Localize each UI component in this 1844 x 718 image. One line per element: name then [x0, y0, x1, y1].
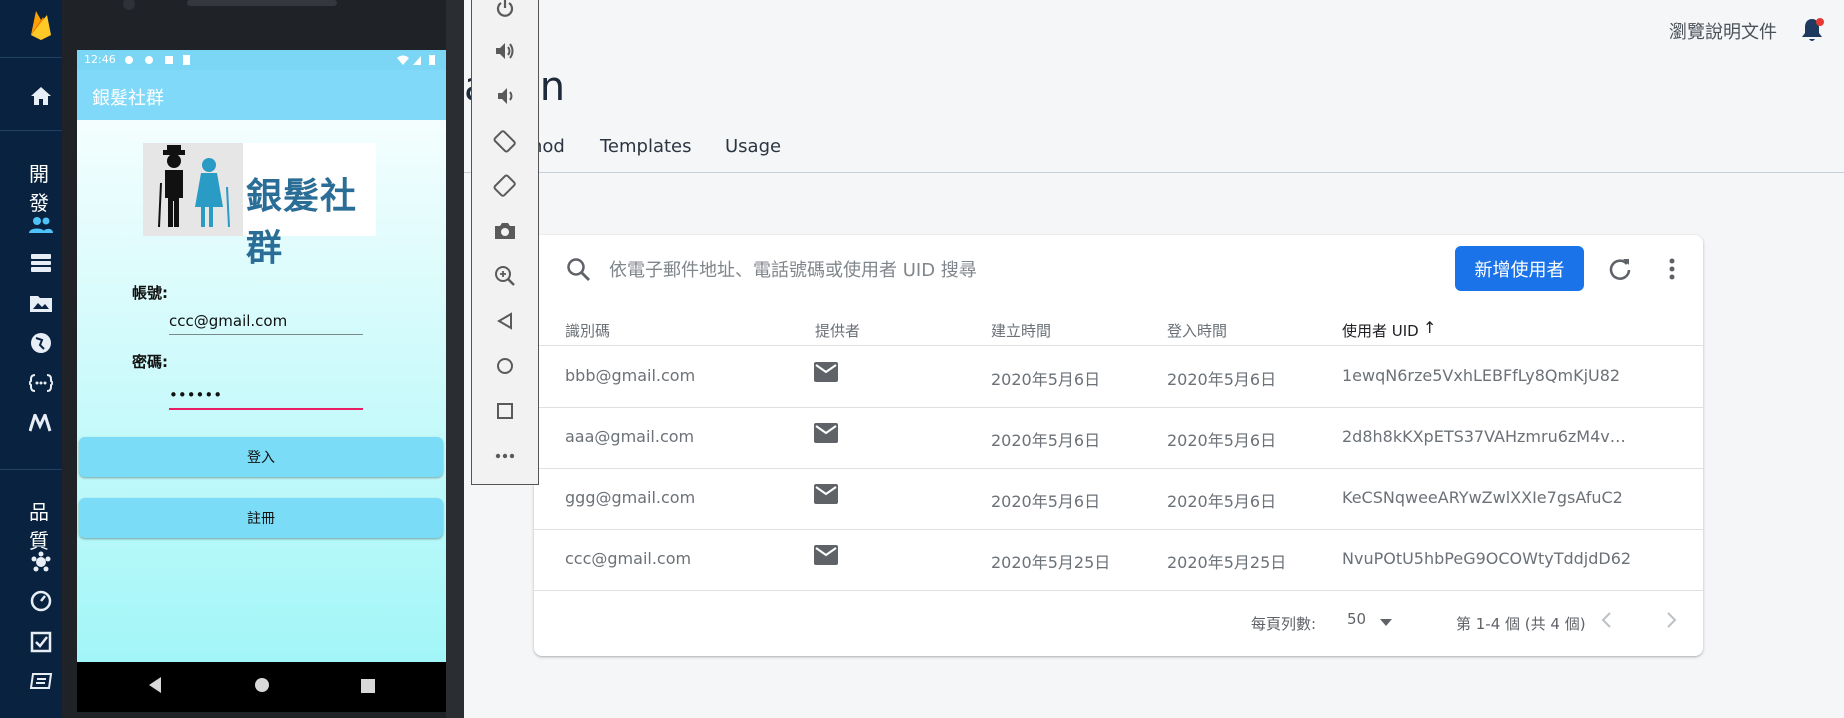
tab-templates[interactable]: Templates [600, 136, 692, 157]
table-row[interactable]: aaa@gmail.com 2020年5月6日 2020年5月6日 2d8h8k… [534, 407, 1703, 469]
back-icon[interactable] [491, 307, 519, 335]
tab-divider [450, 172, 1844, 173]
table-row[interactable]: ggg@gmail.com 2020年5月6日 2020年5月6日 KeCSNq… [534, 468, 1703, 530]
firebase-logo-icon[interactable] [26, 10, 56, 40]
status-time: 12:46 [84, 53, 116, 66]
column-signed-in[interactable]: 登入時間 [1167, 320, 1227, 341]
email-provider-icon [814, 545, 838, 565]
android-status-bar: 12:46 [77, 50, 446, 70]
app-bar: 銀髮社群 [77, 70, 446, 120]
chevron-down-icon[interactable] [1380, 619, 1392, 626]
status-notification-icons [125, 55, 190, 65]
users-table-card: 新增使用者 識別碼 提供者 建立時間 登入時間 使用者 UID ↑ bbb@gm… [534, 235, 1703, 656]
search-icon [566, 257, 592, 283]
table-row[interactable]: ccc@gmail.com 2020年5月25日 2020年5月25日 NvuP… [534, 529, 1703, 591]
volume-down-icon[interactable] [491, 82, 519, 110]
volume-up-icon[interactable] [491, 37, 519, 65]
column-user-uid[interactable]: 使用者 UID [1342, 320, 1419, 341]
app-distribution-icon[interactable] [26, 666, 56, 696]
docs-link[interactable]: 瀏覽說明文件 [1669, 18, 1777, 44]
rows-per-page-select[interactable]: 50 [1347, 610, 1366, 628]
column-created[interactable]: 建立時間 [991, 320, 1051, 341]
emulator-screen: 12:46 銀髮社群 銀髮社群 帳號: 密碼: 登入 註冊 [77, 50, 446, 662]
pagination-range: 第 1-4 個 (共 4 個) [1456, 615, 1586, 633]
logo-text: 銀髮社群 [246, 176, 358, 269]
login-button[interactable]: 登入 [79, 437, 443, 477]
home-icon[interactable] [26, 81, 56, 111]
account-input[interactable] [169, 312, 363, 335]
sidebar-section-quality: 品質 [29, 500, 49, 553]
sort-arrow-up-icon[interactable]: ↑ [1423, 318, 1436, 337]
column-provider[interactable]: 提供者 [815, 320, 860, 341]
functions-icon[interactable] [26, 368, 56, 398]
password-input[interactable] [169, 386, 363, 410]
more-horizontal-icon[interactable] [491, 442, 519, 470]
password-label: 密碼: [132, 353, 168, 371]
database-icon[interactable] [26, 248, 56, 278]
email-provider-icon [814, 362, 838, 382]
test-lab-icon[interactable] [26, 627, 56, 657]
power-icon[interactable] [491, 0, 519, 22]
ml-kit-icon[interactable] [26, 408, 56, 438]
overview-square-icon[interactable] [491, 397, 519, 425]
firebase-sidebar: 開發 品質 [0, 0, 62, 718]
register-button[interactable]: 註冊 [79, 498, 443, 538]
crashlytics-icon[interactable] [26, 547, 56, 577]
emulator-toolbar [471, 0, 539, 485]
sidebar-section-build: 開發 [29, 162, 49, 215]
next-page-icon[interactable] [1658, 607, 1684, 633]
table-header: 識別碼 提供者 建立時間 登入時間 使用者 UID ↑ [534, 311, 1703, 346]
nav-back-icon[interactable] [147, 676, 163, 698]
email-provider-icon [814, 423, 838, 443]
app-title: 銀髮社群 [92, 88, 164, 109]
add-user-button[interactable]: 新增使用者 [1455, 246, 1584, 291]
android-nav-bar [77, 662, 446, 712]
nav-overview-icon[interactable] [361, 678, 375, 697]
rotate-left-icon[interactable] [491, 127, 519, 155]
elderly-couple-logo-icon [143, 143, 243, 236]
user-search-input[interactable] [607, 253, 1211, 287]
column-identifier[interactable]: 識別碼 [565, 320, 610, 341]
app-logo: 銀髮社群 [143, 143, 376, 269]
home-circle-icon[interactable] [491, 352, 519, 380]
emulator-side-panel [446, 0, 464, 718]
account-label: 帳號: [132, 284, 168, 302]
rotate-right-icon[interactable] [491, 172, 519, 200]
status-battery-wifi-icons [397, 55, 435, 65]
camera-icon[interactable] [491, 217, 519, 245]
authentication-icon[interactable] [26, 210, 56, 240]
previous-page-icon[interactable] [1594, 607, 1620, 633]
notifications-bell-icon[interactable] [1798, 16, 1826, 44]
rows-per-page-label: 每頁列數: [1251, 615, 1317, 633]
storage-icon[interactable] [26, 288, 56, 318]
zoom-icon[interactable] [491, 262, 519, 290]
tab-usage[interactable]: Usage [725, 136, 781, 157]
email-provider-icon [814, 484, 838, 504]
table-row[interactable]: bbb@gmail.com 2020年5月6日 2020年5月6日 1ewqN6… [534, 346, 1703, 408]
more-options-icon[interactable] [1658, 255, 1686, 283]
nav-home-icon[interactable] [254, 677, 270, 697]
refresh-icon[interactable] [1606, 255, 1634, 283]
hosting-icon[interactable] [26, 328, 56, 358]
performance-icon[interactable] [26, 586, 56, 616]
